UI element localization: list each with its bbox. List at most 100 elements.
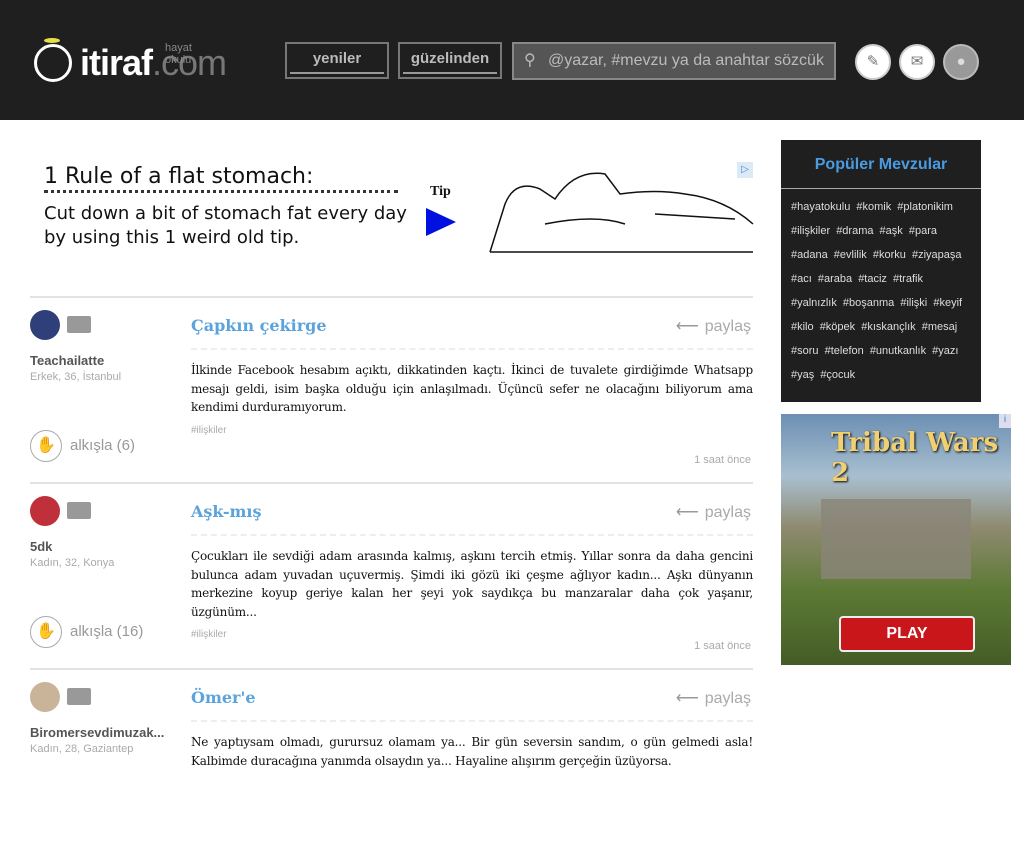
share-label: paylaş bbox=[704, 318, 751, 335]
divider bbox=[191, 534, 753, 536]
topic-tag[interactable]: #evlilik bbox=[834, 249, 867, 261]
play-arrow-icon bbox=[426, 208, 456, 236]
topic-tag[interactable]: #mesaj bbox=[922, 321, 957, 333]
topic-tag[interactable]: #ilişki bbox=[900, 297, 927, 309]
nav-guzelinden-button[interactable]: güzelinden bbox=[398, 42, 502, 79]
confession-post: Teachailatte Erkek, 36, İstanbul ✋ alkış… bbox=[30, 296, 753, 482]
avatar[interactable] bbox=[30, 682, 60, 712]
send-message-icon[interactable] bbox=[67, 316, 91, 333]
topic-tag[interactable]: #adana bbox=[791, 249, 828, 261]
topic-tag[interactable]: #soru bbox=[791, 345, 819, 357]
share-button[interactable]: ⟵ paylaş bbox=[676, 688, 751, 708]
user-avatar-icon[interactable]: ● bbox=[943, 44, 979, 80]
ad-illustration bbox=[489, 172, 754, 253]
topic-tag[interactable]: #yazı bbox=[932, 345, 958, 357]
topic-tag[interactable]: #keyif bbox=[933, 297, 962, 309]
header: itiraf.com hayat okulu yeniler güzelinde… bbox=[0, 0, 1024, 120]
topic-tag[interactable]: #hayatokulu bbox=[791, 201, 850, 213]
share-label: paylaş bbox=[704, 504, 751, 521]
post-time: 1 saat önce bbox=[694, 640, 751, 652]
topic-tag[interactable]: #ilişkiler bbox=[791, 225, 830, 237]
popular-topics-panel: Popüler Mevzular #hayatokulu #komik #pla… bbox=[781, 140, 981, 402]
post-title[interactable]: Aşk-mış bbox=[191, 502, 262, 521]
send-message-icon[interactable] bbox=[67, 502, 91, 519]
share-icon: ⟵ bbox=[675, 690, 699, 707]
adchoices-icon[interactable]: ▷ bbox=[737, 162, 753, 178]
post-tag[interactable]: #ilişkiler bbox=[191, 629, 227, 640]
messages-envelope-icon[interactable]: ✉ bbox=[899, 44, 935, 80]
topic-tag[interactable]: #yaş bbox=[791, 369, 814, 381]
post-time: 1 saat önce bbox=[694, 454, 751, 466]
username[interactable]: 5dk bbox=[30, 539, 170, 554]
topic-tag[interactable]: #drama bbox=[836, 225, 873, 237]
logo-tagline: hayat okulu bbox=[165, 42, 192, 66]
share-button[interactable]: ⟵ paylaş bbox=[676, 502, 751, 522]
halo-icon bbox=[44, 38, 60, 43]
divider bbox=[191, 348, 753, 350]
post-tag[interactable]: #ilişkiler bbox=[191, 425, 227, 436]
search-placeholder: @yazar, #mevzu ya da anahtar sözcük bbox=[548, 52, 824, 69]
ad-divider bbox=[44, 190, 398, 193]
user-info: Kadın, 28, Gaziantep bbox=[30, 743, 134, 755]
confession-post: 5dk Kadın, 32, Konya ✋ alkışla (16) Aşk-… bbox=[30, 482, 753, 668]
avatar[interactable] bbox=[30, 496, 60, 526]
user-info: Kadın, 32, Konya bbox=[30, 557, 115, 569]
avatar[interactable] bbox=[30, 310, 60, 340]
topic-tag[interactable]: #komik bbox=[856, 201, 891, 213]
post-body: İlkinde Facebook hesabım açıktı, dikkati… bbox=[191, 363, 753, 414]
topic-tag[interactable]: #yalnızlık bbox=[791, 297, 837, 309]
search-input[interactable]: ⚲ @yazar, #mevzu ya da anahtar sözcük bbox=[512, 42, 836, 80]
topic-tag[interactable]: #unutkanlık bbox=[870, 345, 926, 357]
topic-tag[interactable]: #ziyapaşa bbox=[912, 249, 962, 261]
topic-tag[interactable]: #aşk bbox=[880, 225, 903, 237]
topic-tag[interactable]: #platonikim bbox=[897, 201, 953, 213]
share-icon: ⟵ bbox=[675, 504, 699, 521]
topic-tag[interactable]: #kıskançlık bbox=[861, 321, 915, 333]
ad-text: Cut down a bit of stomach fat every day … bbox=[44, 203, 407, 248]
topic-tags: #hayatokulu #komik #platonikim #ilişkile… bbox=[781, 189, 981, 393]
logo-name: itiraf bbox=[80, 42, 153, 83]
ad-info-icon[interactable]: i bbox=[999, 414, 1011, 428]
topic-tag[interactable]: #araba bbox=[818, 273, 852, 285]
play-button[interactable]: PLAY bbox=[839, 616, 975, 652]
clap-icon[interactable]: ✋ bbox=[30, 430, 62, 462]
topic-tag[interactable]: #para bbox=[909, 225, 937, 237]
game-ad-title: Tribal Wars 2 bbox=[831, 428, 999, 488]
ad-headline: 1 Rule of a flat stomach: bbox=[44, 164, 314, 189]
post-body: Ne yaptıysam olmadı, gurursuz olamam ya.… bbox=[191, 735, 753, 768]
clap-button[interactable]: alkışla (16) bbox=[70, 623, 143, 640]
topic-tag[interactable]: #taciz bbox=[858, 273, 887, 285]
username[interactable]: Biromersevdimuzak... bbox=[30, 725, 170, 740]
username[interactable]: Teachailatte bbox=[30, 353, 170, 368]
search-icon: ⚲ bbox=[524, 52, 536, 69]
nav-yeniler-button[interactable]: yeniler bbox=[285, 42, 389, 79]
stomach-ad-banner[interactable]: 1 Rule of a flat stomach: Cut down a bit… bbox=[30, 160, 755, 256]
ad-tip-label: Tip bbox=[430, 184, 451, 199]
popular-topics-title: Popüler Mevzular bbox=[781, 140, 981, 189]
castle-image bbox=[821, 499, 971, 579]
topic-tag[interactable]: #köpek bbox=[820, 321, 855, 333]
divider bbox=[191, 720, 753, 722]
share-button[interactable]: ⟵ paylaş bbox=[676, 316, 751, 336]
user-info: Erkek, 36, İstanbul bbox=[30, 371, 122, 383]
send-message-icon[interactable] bbox=[67, 688, 91, 705]
confession-post: Biromersevdimuzak... Kadın, 28, Gaziante… bbox=[30, 668, 753, 854]
tribal-wars-ad[interactable]: Tribal Wars 2 PLAY i bbox=[781, 414, 1011, 665]
topic-tag[interactable]: #telefon bbox=[825, 345, 864, 357]
site-logo[interactable]: itiraf.com hayat okulu bbox=[30, 36, 227, 84]
topic-tag[interactable]: #acı bbox=[791, 273, 812, 285]
share-icon: ⟵ bbox=[675, 318, 699, 335]
write-pencil-icon[interactable]: ✎ bbox=[855, 44, 891, 80]
post-title[interactable]: Ömer'e bbox=[191, 688, 256, 707]
clap-icon[interactable]: ✋ bbox=[30, 616, 62, 648]
post-title[interactable]: Çapkın çekirge bbox=[191, 316, 327, 335]
topic-tag[interactable]: #boşanma bbox=[843, 297, 894, 309]
topic-tag[interactable]: #trafik bbox=[893, 273, 923, 285]
clap-button[interactable]: alkışla (6) bbox=[70, 437, 135, 454]
post-body: Çocukları ile sevdiği adam arasında kalm… bbox=[191, 549, 753, 619]
logo-ring-icon bbox=[34, 44, 72, 82]
topic-tag[interactable]: #korku bbox=[873, 249, 906, 261]
share-label: paylaş bbox=[704, 690, 751, 707]
topic-tag[interactable]: #çocuk bbox=[820, 369, 855, 381]
topic-tag[interactable]: #kilo bbox=[791, 321, 814, 333]
